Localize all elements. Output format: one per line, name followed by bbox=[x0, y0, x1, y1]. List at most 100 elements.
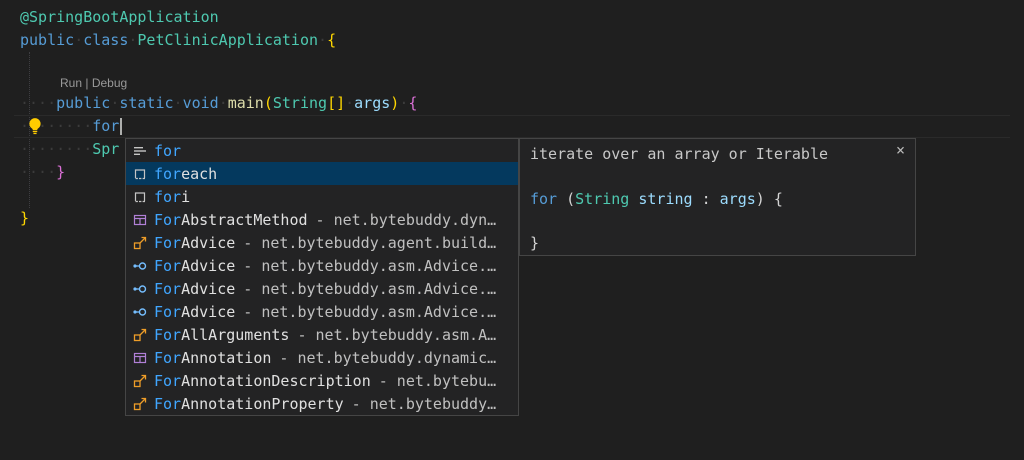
code-token: · bbox=[74, 31, 83, 49]
code-token: ) { bbox=[756, 190, 783, 208]
suggestion-label: Annotation bbox=[181, 349, 271, 367]
code-token: : bbox=[693, 190, 720, 208]
code-token: [] bbox=[327, 94, 345, 112]
line-main-method[interactable]: ····public·static·void·main(String[]·arg… bbox=[20, 92, 417, 115]
interface-icon bbox=[132, 258, 148, 274]
suggestion-item[interactable]: ForAdvice- net.bytebuddy.asm.Advice.… bbox=[126, 300, 518, 323]
suggestion-match: for bbox=[154, 142, 181, 160]
class-icon bbox=[132, 396, 148, 412]
code-token: } bbox=[56, 163, 65, 181]
line-for-typing[interactable]: ········for bbox=[20, 115, 417, 138]
code-token: · bbox=[174, 94, 183, 112]
suggestion-match: For bbox=[154, 257, 181, 275]
suggestion-item[interactable]: ForAdvice- net.bytebuddy.asm.Advice.… bbox=[126, 254, 518, 277]
code-token: void bbox=[183, 94, 219, 112]
class-icon bbox=[132, 373, 148, 389]
suggestion-item[interactable]: ForAllArguments - net.bytebuddy.asm.A… bbox=[126, 323, 518, 346]
suggestion-item[interactable]: ForAdvice - net.bytebuddy.agent.build… bbox=[126, 231, 518, 254]
suggestion-item[interactable]: fori bbox=[126, 185, 518, 208]
snippet-icon bbox=[132, 166, 148, 182]
suggestion-label: Advice bbox=[181, 234, 235, 252]
code-token: · bbox=[345, 94, 354, 112]
code-token: ···· bbox=[20, 94, 56, 112]
code-token: class bbox=[83, 31, 128, 49]
class-icon bbox=[132, 235, 148, 251]
suggestion-detail: - net.bytebuddy.dyn… bbox=[316, 211, 497, 229]
doc-code-line bbox=[530, 210, 783, 232]
code-token: ) bbox=[390, 94, 399, 112]
suggestion-label: AbstractMethod bbox=[181, 211, 307, 229]
suggestion-item[interactable]: ForAbstractMethod - net.bytebuddy.dyn… bbox=[126, 208, 518, 231]
code-token: PetClinicApplication bbox=[137, 31, 318, 49]
interface-icon bbox=[132, 304, 148, 320]
suggestion-detail: - net.bytebuddy.agent.build… bbox=[243, 234, 496, 252]
text-cursor bbox=[120, 118, 122, 135]
code-token: String bbox=[273, 94, 327, 112]
code-token: ···· bbox=[20, 163, 56, 181]
suggestion-label: AllArguments bbox=[181, 326, 289, 344]
code-token: string bbox=[638, 190, 692, 208]
codelens-debug-link[interactable]: Debug bbox=[92, 76, 127, 90]
suggestion-label: AnnotationProperty bbox=[181, 395, 344, 413]
close-icon[interactable]: × bbox=[896, 141, 905, 159]
suggestion-item[interactable]: foreach bbox=[126, 162, 518, 185]
suggestion-label: each bbox=[181, 165, 217, 183]
line-annotation[interactable]: @SpringBootApplication bbox=[20, 6, 417, 29]
suggestion-detail: - net.bytebuddy.dynamic… bbox=[279, 349, 496, 367]
lightbulb-icon[interactable] bbox=[26, 117, 44, 135]
code-token: for bbox=[530, 190, 557, 208]
suggestion-item[interactable]: for bbox=[126, 139, 518, 162]
suggestion-detail: - net.bytebuddy… bbox=[352, 395, 497, 413]
suggest-docs-panel: iterate over an array or Iterable × for … bbox=[519, 138, 916, 256]
doc-description: iterate over an array or Iterable bbox=[530, 145, 828, 163]
codelens-run-link[interactable]: Run bbox=[60, 76, 82, 90]
suggestion-match: For bbox=[154, 372, 181, 390]
suggestion-label: i bbox=[181, 188, 190, 206]
code-token: { bbox=[327, 31, 336, 49]
suggestion-match: For bbox=[154, 349, 181, 367]
suggestion-label: Advice bbox=[181, 257, 235, 275]
code-token: args bbox=[720, 190, 756, 208]
line-blank[interactable] bbox=[20, 52, 417, 75]
suggestion-match: For bbox=[154, 280, 181, 298]
class-icon bbox=[132, 327, 148, 343]
suggestion-match: For bbox=[154, 395, 181, 413]
suggestion-label: Advice bbox=[181, 280, 235, 298]
codelens: Run | Debug bbox=[20, 75, 417, 92]
suggestion-item[interactable]: ForAnnotation - net.bytebuddy.dynamic… bbox=[126, 346, 518, 369]
doc-code-line: for (String string : args) { bbox=[530, 188, 783, 210]
code-token: ( bbox=[557, 190, 575, 208]
code-token: ········ bbox=[20, 140, 92, 158]
code-token: ( bbox=[264, 94, 273, 112]
suggestion-detail: - net.bytebu… bbox=[379, 372, 496, 390]
code-token: main bbox=[228, 94, 264, 112]
suggestion-detail: - net.bytebuddy.asm.A… bbox=[297, 326, 496, 344]
code-token: } bbox=[530, 234, 539, 252]
suggestion-label: AnnotationDescription bbox=[181, 372, 371, 390]
suggestion-item[interactable]: ForAdvice- net.bytebuddy.asm.Advice.… bbox=[126, 277, 518, 300]
suggestion-match: For bbox=[154, 326, 181, 344]
code-token: for bbox=[92, 117, 119, 135]
doc-code-line: } bbox=[530, 232, 783, 254]
code-token: } bbox=[20, 209, 29, 227]
suggest-widget: forforeachforiForAbstractMethod- net.byt… bbox=[125, 138, 519, 416]
code-token: String bbox=[575, 190, 629, 208]
code-token: public bbox=[20, 31, 74, 49]
keyword-icon bbox=[132, 143, 148, 159]
code-token: args bbox=[354, 94, 390, 112]
suggestion-match: For bbox=[154, 234, 181, 252]
code-token: · bbox=[219, 94, 228, 112]
code-token: @SpringBootApplication bbox=[20, 8, 219, 26]
suggestion-item[interactable]: ForAnnotationDescription - net.bytebu… bbox=[126, 369, 518, 392]
code-token: static bbox=[119, 94, 173, 112]
codelens-separator: | bbox=[82, 76, 92, 90]
suggestion-match: for bbox=[154, 188, 181, 206]
suggestion-item[interactable]: ForAnnotationProperty - net.bytebuddy… bbox=[126, 392, 518, 415]
suggestion-detail: - net.bytebuddy.asm.Advice.… bbox=[243, 303, 496, 321]
suggestion-match: For bbox=[154, 211, 181, 229]
code-token: { bbox=[408, 94, 417, 112]
doc-code: for (String string : args) {} bbox=[530, 188, 783, 254]
line-class-declaration[interactable]: public·class·PetClinicApplication·{ bbox=[20, 29, 417, 52]
code-token: · bbox=[110, 94, 119, 112]
code-token: Spr bbox=[92, 140, 119, 158]
